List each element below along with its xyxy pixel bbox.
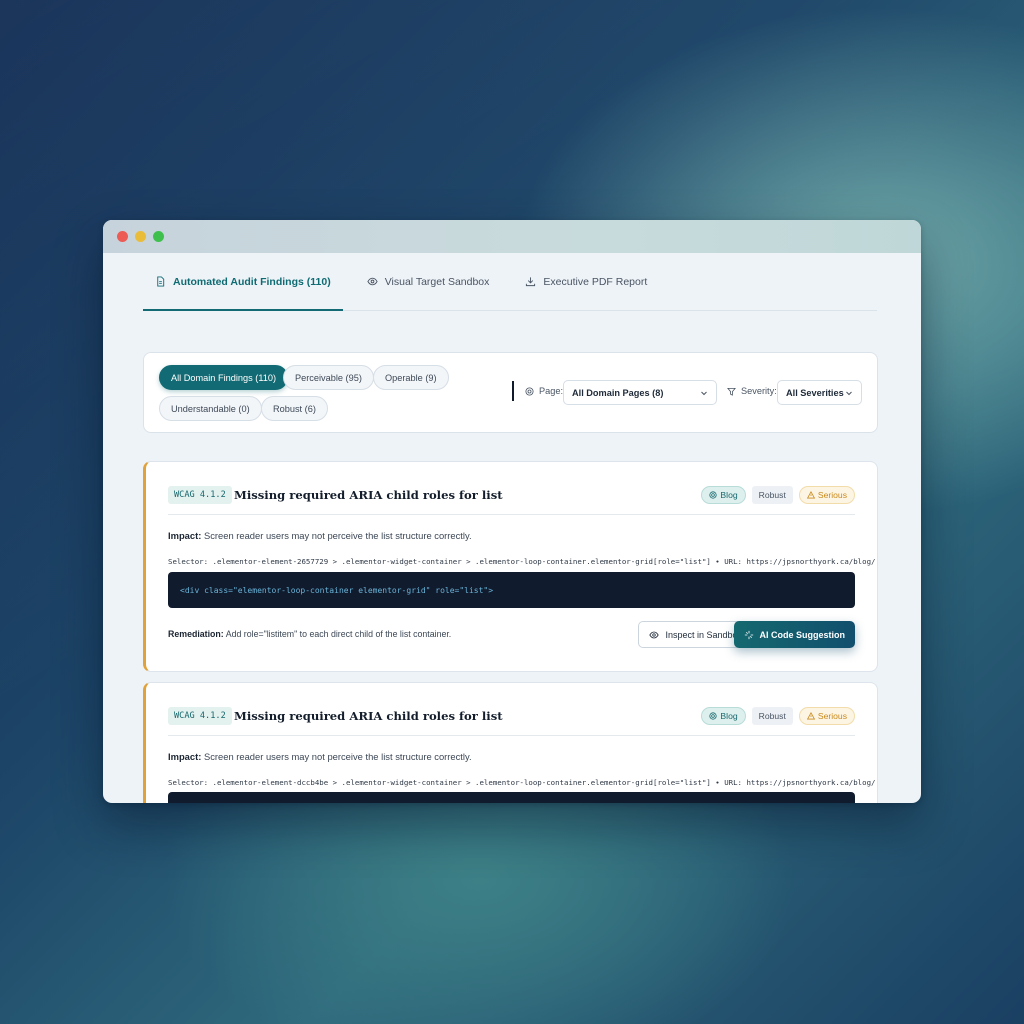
principle-badge: Robust [751,707,793,725]
severity-select-value: All Severities [786,387,844,398]
browser-window: Automated Audit Findings (110) Visual Ta… [103,220,921,803]
page-select-value: All Domain Pages (8) [572,387,664,398]
severity-badge: Serious [798,707,855,725]
impact-line: Impact: Screen reader users may not perc… [168,530,472,541]
close-window-dot[interactable] [117,231,128,242]
impact-line: Impact: Screen reader users may not perc… [168,751,472,762]
remediation-label: Remediation: [168,629,224,639]
chevron-down-icon [846,391,852,395]
severity-select[interactable]: All Severities [777,380,862,405]
maximize-window-dot[interactable] [153,231,164,242]
filter-divider [512,381,514,401]
filter-pill-perceivable[interactable]: Perceivable (95) [283,365,374,390]
ai-code-suggestion-button[interactable]: AI Code Suggestion [733,621,855,648]
finding-badges: Blog Robust Serious [701,707,855,725]
sparkle-icon [744,630,753,639]
tab-visual-sandbox[interactable]: Visual Target Sandbox [355,253,502,310]
document-icon [157,276,165,287]
impact-label: Impact: [168,751,202,762]
severity-label-text: Severity: [741,386,777,396]
severity-badge: Serious [798,486,855,504]
page-select[interactable]: All Domain Pages (8) [563,380,717,405]
minimize-window-dot[interactable] [135,231,146,242]
impact-text: Screen reader users may not perceive the… [203,530,472,541]
finding-title: Missing required ARIA child roles for li… [234,709,503,723]
finding-title: Missing required ARIA child roles for li… [234,488,503,502]
finding-card: WCAG 4.1.2 Missing required ARIA child r… [143,461,878,672]
impact-label: Impact: [168,530,202,541]
tab-label: Executive PDF Report [543,275,648,288]
filter-pill-all[interactable]: All Domain Findings (110) [159,365,289,390]
page-tag-badge: Blog [701,707,746,725]
finding-card: WCAG 4.1.2 Missing required ARIA child r… [143,682,878,803]
principle-badge: Robust [751,486,793,504]
severity-text: Serious [817,490,847,500]
filter-icon [727,387,736,396]
finding-badges: Blog Robust Serious [701,486,855,504]
warning-icon [806,491,815,499]
selector-line: Selector: .elementor-element-2657729 > .… [168,557,876,566]
globe-icon [709,712,718,720]
tab-pdf-report[interactable]: Executive PDF Report [513,253,659,310]
warning-icon [806,712,815,720]
filter-panel: All Domain Findings (110) Perceivable (9… [143,352,878,433]
globe-icon [525,386,534,396]
wcag-criterion-badge: WCAG 4.1.2 [168,486,232,504]
window-titlebar [103,220,921,253]
tab-label: Automated Audit Findings (110) [173,275,331,288]
page-tag-text: Blog [720,711,738,721]
remediation-text: Add role="listitem" to each direct child… [225,629,452,639]
severity-text: Serious [817,711,847,721]
severity-filter-label: Severity: [727,386,777,396]
code-snippet [168,792,855,803]
inspect-label: Inspect in Sandbox [665,629,742,640]
ai-suggestion-label: AI Code Suggestion [759,629,846,640]
eye-icon [367,277,378,286]
tab-audit-findings[interactable]: Automated Audit Findings (110) [143,253,343,311]
filter-pill-robust[interactable]: Robust (6) [261,396,328,421]
code-snippet: <div class="elementor-loop-container ele… [168,572,855,608]
page-label-text: Page: [539,386,564,396]
remediation-line: Remediation: Add role="listitem" to each… [168,629,451,639]
finding-header: WCAG 4.1.2 Missing required ARIA child r… [168,462,855,515]
tab-label: Visual Target Sandbox [384,275,490,288]
chevron-down-icon [701,391,707,395]
tab-bar: Automated Audit Findings (110) Visual Ta… [143,253,877,311]
impact-text: Screen reader users may not perceive the… [203,751,472,762]
globe-icon [709,491,718,499]
page-tag-badge: Blog [701,486,746,504]
selector-line: Selector: .elementor-element-dccb4be > .… [168,778,876,787]
filter-pill-understandable[interactable]: Understandable (0) [159,396,262,421]
page-tag-text: Blog [720,490,738,500]
wcag-criterion-badge: WCAG 4.1.2 [168,707,232,725]
download-icon [526,277,536,287]
filter-pill-operable[interactable]: Operable (9) [373,365,449,390]
page-filter-label: Page: [525,386,563,396]
finding-header: WCAG 4.1.2 Missing required ARIA child r… [168,683,855,736]
eye-icon [649,631,660,638]
